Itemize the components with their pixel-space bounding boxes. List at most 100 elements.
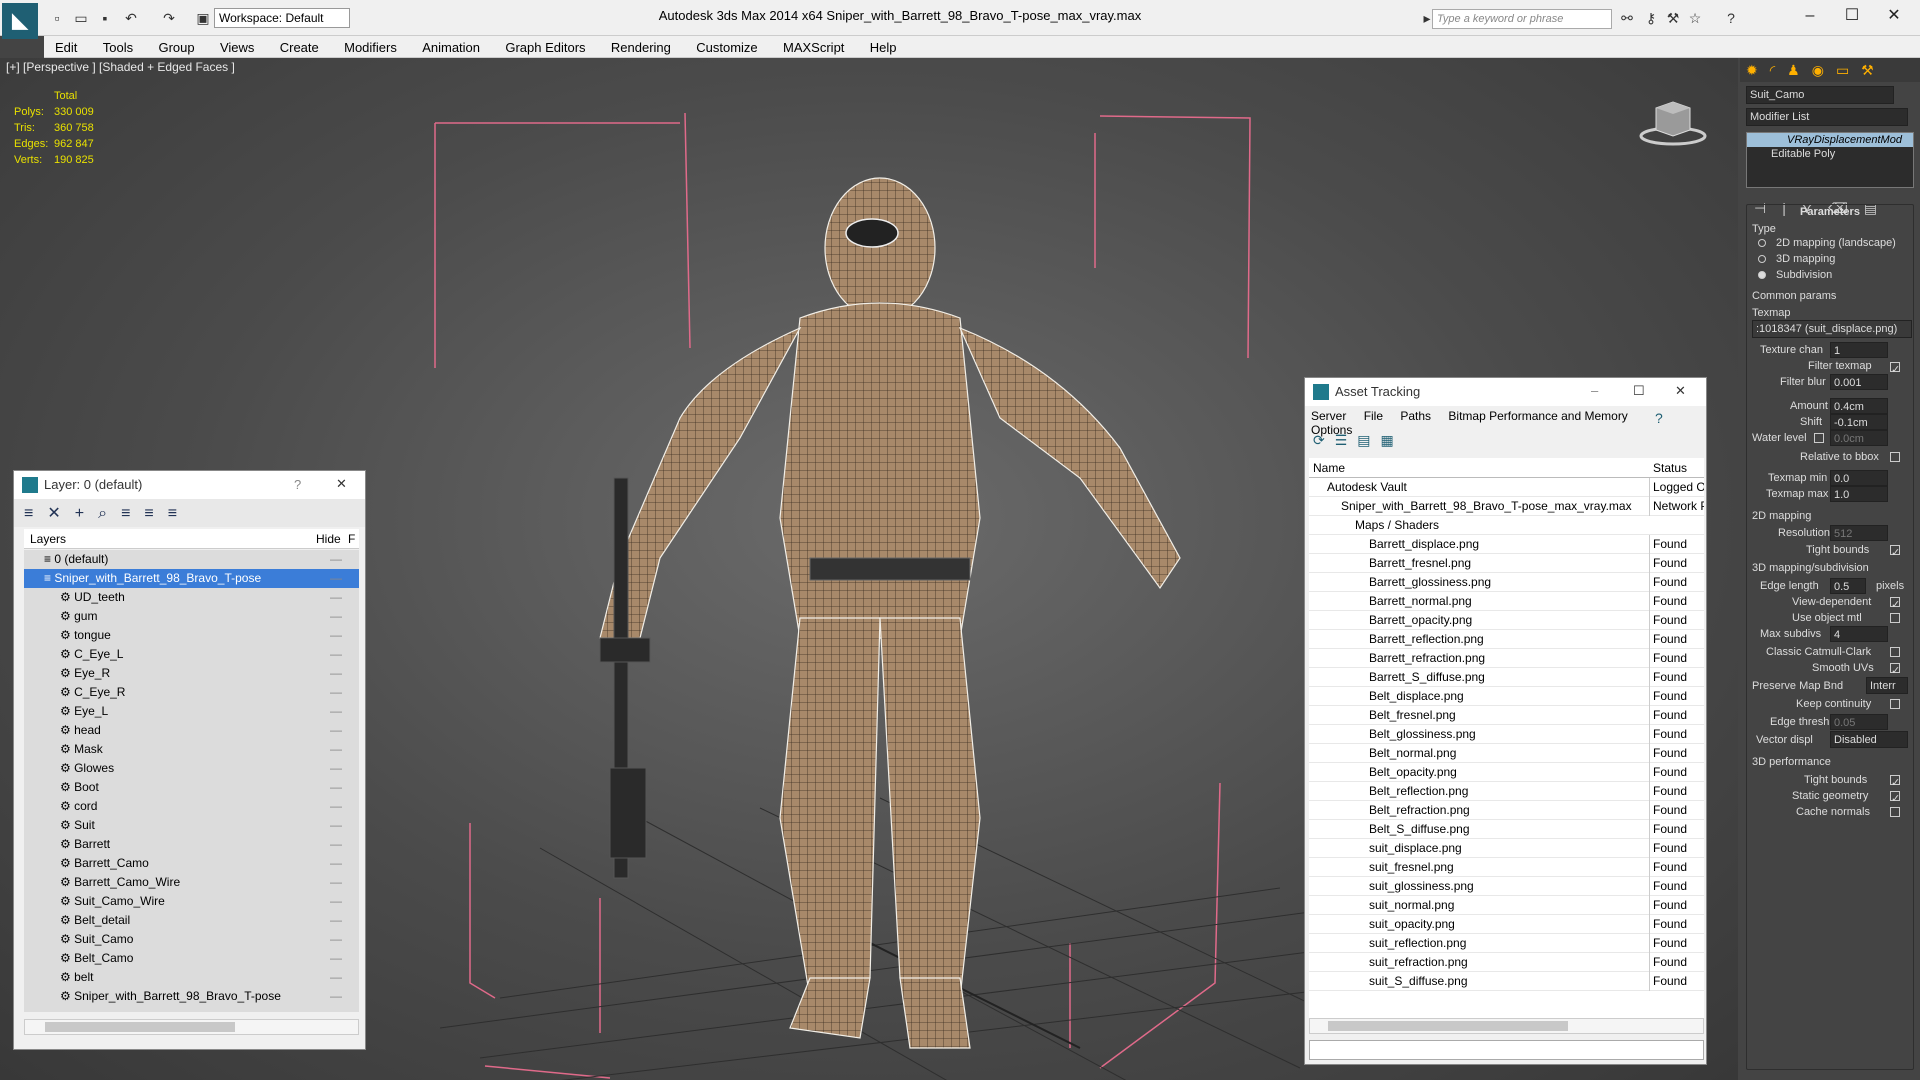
help-icon[interactable]: ? (294, 477, 301, 492)
hide-toggle[interactable]: — (330, 873, 342, 892)
asset-row[interactable]: Barrett_S_diffuse.png Found (1309, 668, 1704, 687)
asset-row[interactable]: suit_fresnel.png Found (1309, 858, 1704, 877)
asset-row[interactable]: suit_displace.png Found (1309, 839, 1704, 858)
use-object-mtl-checkbox[interactable] (1890, 613, 1900, 623)
layer-row[interactable]: ⚙ head — (24, 721, 359, 740)
layer-row[interactable]: ⚙ Suit — (24, 816, 359, 835)
asset-row[interactable]: Barrett_refraction.png Found (1309, 649, 1704, 668)
hide-toggle[interactable]: — (330, 949, 342, 968)
water-level-spinner[interactable]: 0.0cm (1830, 430, 1888, 446)
asset-tracking-titlebar[interactable]: Asset Tracking – ☐ ✕ (1305, 378, 1706, 406)
type-radio-3d[interactable] (1758, 255, 1766, 263)
shift-spinner[interactable]: -0.1cm (1830, 414, 1888, 430)
filter-texmap-checkbox[interactable]: ✓ (1890, 362, 1900, 376)
asset-row[interactable]: Belt_glossiness.png Found (1309, 725, 1704, 744)
layer-row[interactable]: ⚙ gum — (24, 607, 359, 626)
menu-group[interactable]: Group (147, 36, 205, 58)
binoculars-icon[interactable]: ⚯ (1618, 10, 1636, 28)
app-logo-icon[interactable]: ◣ (2, 3, 38, 39)
menu-help[interactable]: Help (859, 36, 908, 58)
new-file-icon[interactable]: ▫ (48, 9, 66, 27)
create-layer-icon[interactable]: ≡ (24, 505, 47, 522)
sniper-ghillie-model[interactable] (560, 118, 1260, 1078)
layer-row[interactable]: ⚙ Barrett_Camo_Wire — (24, 873, 359, 892)
layer-row[interactable]: ⚙ UD_teeth — (24, 588, 359, 607)
hide-toggle[interactable]: — (330, 759, 342, 778)
asset-menu-server[interactable]: Server (1311, 409, 1346, 423)
texmap-button[interactable]: :1018347 (suit_displace.png) (1752, 320, 1912, 338)
display-tab-icon[interactable]: ▭ (1836, 62, 1861, 78)
asset-row[interactable]: Barrett_normal.png Found (1309, 592, 1704, 611)
open-file-icon[interactable]: ▭ (72, 9, 90, 27)
list-view-icon[interactable]: ☰ (1335, 432, 1358, 448)
redo-icon[interactable]: ↷ (160, 9, 178, 27)
smooth-uvs-checkbox[interactable]: ✓ (1890, 663, 1900, 677)
menu-edit[interactable]: Edit (44, 36, 88, 58)
type-radio-subdivision[interactable] (1758, 271, 1766, 279)
menu-rendering[interactable]: Rendering (600, 36, 682, 58)
menu-modifiers[interactable]: Modifiers (333, 36, 408, 58)
delete-layer-icon[interactable]: ✕ (47, 505, 74, 522)
asset-row[interactable]: Sniper_with_Barrett_98_Bravo_T-pose_max_… (1309, 497, 1704, 516)
menu-create[interactable]: Create (269, 36, 330, 58)
tight-bounds-3d-checkbox[interactable]: ✓ (1890, 775, 1900, 789)
layer-row[interactable]: ⚙ Barrett_Camo — (24, 854, 359, 873)
minimize-button[interactable]: – (1790, 4, 1830, 28)
save-icon[interactable]: ▪ (96, 9, 114, 27)
asset-row[interactable]: Barrett_displace.png Found (1309, 535, 1704, 554)
refresh-icon[interactable]: ⟳ (1313, 432, 1335, 448)
key-icon[interactable]: ⚷ (1642, 10, 1660, 28)
layer-row[interactable]: ⚙ Boot — (24, 778, 359, 797)
search-input[interactable]: Type a keyword or phrase (1432, 9, 1612, 29)
close-icon[interactable]: ✕ (1675, 383, 1686, 399)
layer-row[interactable]: ⚙ tongue — (24, 626, 359, 645)
layer-row[interactable]: ⚙ C_Eye_R — (24, 683, 359, 702)
hide-toggle[interactable]: — (330, 816, 342, 835)
hide-toggle[interactable]: — (330, 797, 342, 816)
asset-menu-file[interactable]: File (1364, 409, 1383, 423)
layer-row[interactable]: ⚙ Suit_Camo_Wire — (24, 892, 359, 911)
freeze-column-header[interactable]: F (348, 532, 355, 546)
project-folder-icon[interactable]: ▣ (194, 9, 212, 27)
object-name-field[interactable]: Suit_Camo (1746, 86, 1894, 104)
asset-list[interactable]: Autodesk Vault Logged Ou Sniper_with_Barre… (1309, 478, 1704, 1018)
menu-views[interactable]: Views (209, 36, 265, 58)
resolution-spinner[interactable]: 512 (1830, 525, 1888, 541)
highlight-layer-icon[interactable]: ≡ (121, 505, 144, 522)
keep-continuity-checkbox[interactable] (1890, 699, 1900, 709)
hide-toggle[interactable]: — (330, 987, 342, 1006)
asset-row[interactable]: suit_glossiness.png Found (1309, 877, 1704, 896)
name-column-header[interactable]: Name (1313, 461, 1345, 475)
asset-row[interactable]: Belt_displace.png Found (1309, 687, 1704, 706)
table-view-icon[interactable]: ▦ (1381, 432, 1404, 448)
layer-row[interactable]: ⚙ Glowes — (24, 759, 359, 778)
relative-bbox-checkbox[interactable] (1890, 452, 1900, 462)
layer-row[interactable]: ⚙ Eye_L — (24, 702, 359, 721)
stack-item-vraydisplacement[interactable]: VRayDisplacementMod (1747, 133, 1913, 147)
hide-toggle[interactable]: — (330, 721, 342, 740)
vector-displ-dropdown[interactable]: Disabled (1830, 731, 1908, 748)
parameters-rollout-title[interactable]: Parameters (1800, 206, 1860, 218)
help-icon[interactable]: ? (1722, 10, 1740, 28)
view-dependent-checkbox[interactable]: ✓ (1890, 597, 1900, 611)
hide-toggle[interactable]: — (330, 569, 342, 588)
minimize-icon[interactable]: – (1591, 383, 1598, 398)
help-icon[interactable]: ? (1655, 410, 1673, 426)
layers-column-header[interactable]: Layers (30, 532, 66, 546)
asset-row[interactable]: Belt_reflection.png Found (1309, 782, 1704, 801)
asset-row[interactable]: Belt_normal.png Found (1309, 744, 1704, 763)
layer-row[interactable]: ⚙ Sniper_with_Barrett_98_Bravo_T-pose — (24, 987, 359, 1006)
utilities-tab-icon[interactable]: ⚒ (1861, 62, 1886, 78)
asset-row[interactable]: Maps / Shaders (1309, 516, 1704, 535)
max-subdivs-spinner[interactable]: 4 (1830, 626, 1888, 642)
filter-blur-spinner[interactable]: 0.001 (1830, 374, 1888, 390)
hide-toggle[interactable]: — (330, 664, 342, 683)
detail-view-icon[interactable]: ▤ (1357, 432, 1380, 448)
hide-toggle[interactable]: — (330, 588, 342, 607)
maximize-icon[interactable]: ☐ (1633, 383, 1645, 399)
modifier-stack[interactable]: VRayDisplacementMod Editable Poly (1746, 132, 1914, 188)
texmap-max-spinner[interactable]: 1.0 (1830, 486, 1888, 502)
asset-path-field[interactable] (1309, 1040, 1704, 1060)
star-icon[interactable]: ☆ (1686, 10, 1704, 28)
layer-panel-titlebar[interactable]: Layer: 0 (default) ? ✕ (14, 471, 365, 499)
